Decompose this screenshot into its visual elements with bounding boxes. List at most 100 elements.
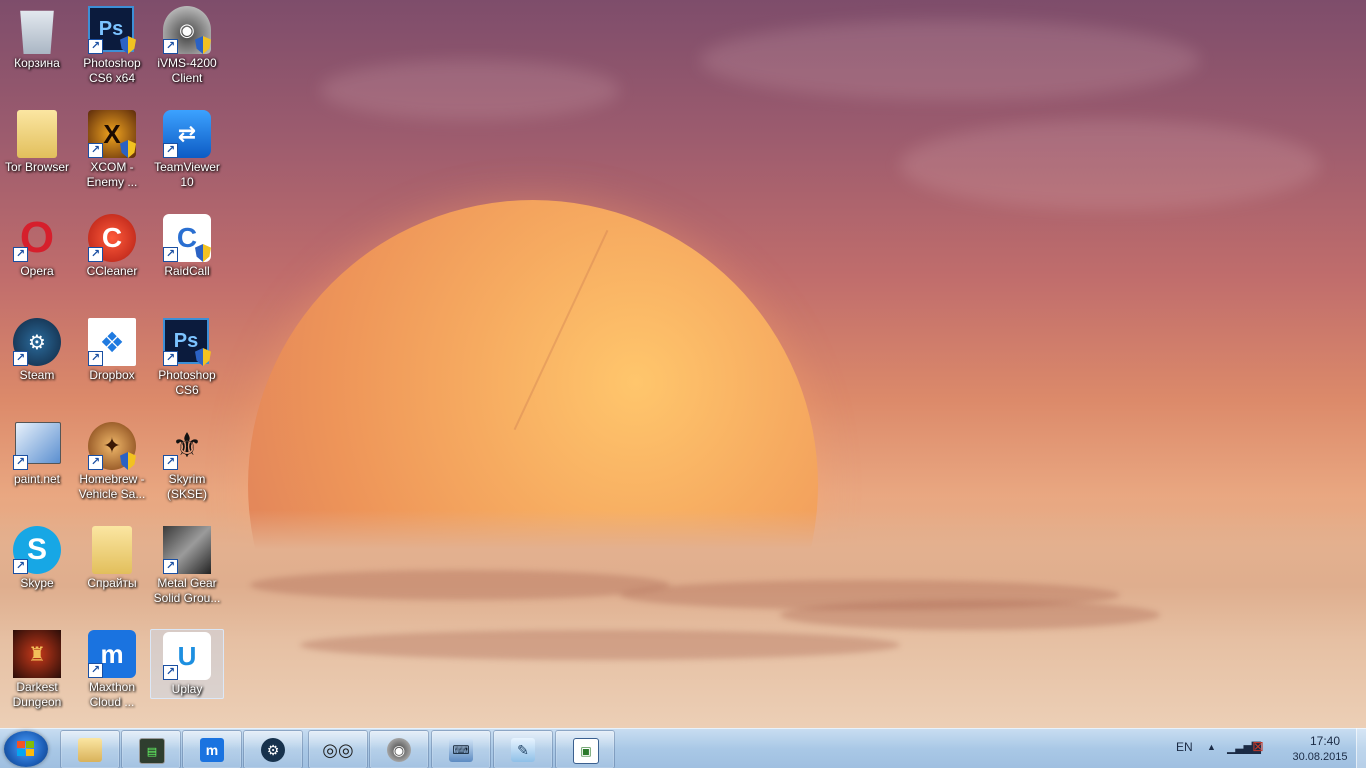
desktop-icon-label: Корзина <box>14 56 60 70</box>
folder-icon <box>13 110 61 158</box>
window-icon: ▣ <box>573 738 599 764</box>
shortcut-arrow-icon: ↗ <box>88 351 103 366</box>
taskbar-maxthon-button[interactable]: m <box>182 730 242 768</box>
desktop-icon-label: TeamViewer 10 <box>154 160 220 189</box>
monitor-icon: ▤ <box>139 738 165 764</box>
desktop-icon-label: Photoshop CS6 x64 <box>83 56 141 85</box>
show-desktop-button[interactable] <box>1356 728 1366 768</box>
shortcut-arrow-icon: ↗ <box>88 143 103 158</box>
shortcut-arrow-icon: ↗ <box>163 247 178 262</box>
taskbar-window-button[interactable]: ▣ <box>555 730 615 768</box>
desktop-icon-darkest-dungeon[interactable]: ♜ Darkest Dungeon <box>0 626 74 726</box>
taskbar-explorer-button[interactable] <box>60 730 120 768</box>
shortcut-arrow-icon: ↗ <box>163 351 178 366</box>
desktop-icon-skyrim[interactable]: ⚜ ↗ Skyrim (SKSE) <box>150 418 224 518</box>
desktop-wallpaper: Корзина Tor Browser O ↗ Opera ⚙ ↗ Steam … <box>0 0 1366 728</box>
desktop-icon-dropbox[interactable]: ❖ ↗ Dropbox <box>75 314 149 414</box>
shortcut-arrow-icon: ↗ <box>163 143 178 158</box>
desktop-icon-label: Uplay <box>171 682 203 696</box>
desktop-icon-teamviewer[interactable]: ⇄ ↗ TeamViewer 10 <box>150 106 224 206</box>
tray-overflow-chevron-icon[interactable]: ▲ <box>1207 742 1216 752</box>
shortcut-arrow-icon: ↗ <box>13 247 28 262</box>
clock-time[interactable]: 17:40 <box>1290 734 1360 748</box>
taskbar-computer-button[interactable]: ⌨ <box>431 730 491 768</box>
camera-icon: ◉ <box>387 738 411 762</box>
desktop-icon-label: Photoshop CS6 <box>158 368 216 397</box>
shortcut-arrow-icon: ↗ <box>163 559 178 574</box>
desktop-icon-label: paint.net <box>13 472 61 486</box>
desktop-icon-paintnet[interactable]: ↗ paint.net <box>0 418 74 518</box>
desktop-icon-label: Steam <box>19 368 55 382</box>
desktop-icon-xcom[interactable]: X ↗ XCOM - Enemy ... <box>75 106 149 206</box>
desktop-icon-opera[interactable]: O ↗ Opera <box>0 210 74 310</box>
desktop-icon-maxthon[interactable]: m ↗ Maxthon Cloud ... <box>75 626 149 726</box>
wallpaper-ridge <box>780 600 1160 630</box>
steam-icon: ⚙ ↗ <box>13 318 61 366</box>
desktop-icon-label: RaidCall <box>164 264 210 278</box>
dropbox-icon: ❖ ↗ <box>88 318 136 366</box>
desktop-icon-label: Metal Gear Solid Grou... <box>153 576 221 605</box>
notepad-icon: ✎ <box>511 738 535 762</box>
shortcut-arrow-icon: ↗ <box>88 663 103 678</box>
desktop-icon-raidcall[interactable]: C ↗ RaidCall <box>150 210 224 310</box>
keyboard-icon: ⌨ <box>449 738 473 762</box>
steam-icon: ⚙ <box>261 738 285 762</box>
photoshop-icon: Ps ↗ <box>88 6 136 54</box>
desktop-icon-label: Tor Browser <box>4 160 69 174</box>
desktop-icon-homebrew[interactable]: ✦ ↗ Homebrew - Vehicle Sa... <box>75 418 149 518</box>
desktop-icon-skype[interactable]: S ↗ Skype <box>0 522 74 622</box>
desktop-icon-tor-browser[interactable]: Tor Browser <box>0 106 74 206</box>
taskbar-binoculars-button[interactable]: ◎◎ <box>308 730 368 768</box>
desktop-icon-ivms[interactable]: ◉ ↗ iVMS-4200 Client <box>150 2 224 102</box>
shortcut-arrow-icon: ↗ <box>163 39 178 54</box>
paintnet-icon: ↗ <box>13 422 61 470</box>
desktop-icon-label: Спрайты <box>87 576 137 590</box>
desktop-icon-label: Skype <box>20 576 54 590</box>
desktop-icon-sprites[interactable]: Спрайты <box>75 522 149 622</box>
desktop-icon-label: CCleaner <box>86 264 138 278</box>
volume-muted-icon[interactable]: ⊠ <box>1252 738 1264 755</box>
teamviewer-icon: ⇄ ↗ <box>163 110 211 158</box>
folder-icon <box>88 526 136 574</box>
shortcut-arrow-icon: ↗ <box>163 455 178 470</box>
ccleaner-icon: C ↗ <box>88 214 136 262</box>
recycle-bin-icon <box>13 6 61 54</box>
opera-icon: O ↗ <box>13 213 61 262</box>
wallpaper-cloud <box>700 20 1200 100</box>
skyrim-icon: ⚜ ↗ <box>163 422 211 470</box>
shortcut-arrow-icon: ↗ <box>13 455 28 470</box>
language-indicator[interactable]: EN <box>1176 740 1193 754</box>
desktop-icon-label: iVMS-4200 Client <box>157 56 217 85</box>
taskbar-notepad-button[interactable]: ✎ <box>493 730 553 768</box>
wallpaper-ridge <box>250 570 670 600</box>
wallpaper-cloud <box>900 120 1320 210</box>
clock-date[interactable]: 30.08.2015 <box>1280 751 1360 763</box>
desktop-icon-label: Homebrew - Vehicle Sa... <box>78 472 146 501</box>
desktop-icon-photoshop-x64[interactable]: Ps ↗ Photoshop CS6 x64 <box>75 2 149 102</box>
desktop-icon-label: Skyrim (SKSE) <box>166 472 207 501</box>
taskbar-task-manager-button[interactable]: ▤ <box>121 730 181 768</box>
maxthon-icon: m <box>200 738 224 762</box>
shortcut-arrow-icon: ↗ <box>13 559 28 574</box>
raidcall-icon: C ↗ <box>163 214 211 262</box>
start-button[interactable] <box>4 731 48 767</box>
desktop-icon-recycle-bin[interactable]: Корзина <box>0 2 74 102</box>
taskbar-ivms-button[interactable]: ◉ <box>369 730 429 768</box>
desktop-icon-metal-gear[interactable]: ↗ Metal Gear Solid Grou... <box>150 522 224 622</box>
desktop-icon-uplay[interactable]: U ↗ Uplay <box>150 629 224 699</box>
shortcut-arrow-icon: ↗ <box>163 665 178 680</box>
desktop-icon-steam[interactable]: ⚙ ↗ Steam <box>0 314 74 414</box>
desktop-icon-photoshop[interactable]: Ps ↗ Photoshop CS6 <box>150 314 224 414</box>
metal-gear-icon: ↗ <box>163 526 211 574</box>
taskbar-steam-button[interactable]: ⚙ <box>243 730 303 768</box>
folder-icon <box>78 738 102 762</box>
skype-icon: S ↗ <box>13 526 61 574</box>
desktop-icon-ccleaner[interactable]: C ↗ CCleaner <box>75 210 149 310</box>
darkest-dungeon-icon: ♜ <box>13 630 61 678</box>
uplay-icon: U ↗ <box>163 632 211 680</box>
shortcut-arrow-icon: ↗ <box>88 455 103 470</box>
binoculars-icon: ◎◎ <box>322 739 354 760</box>
desktop-icon-label: Dropbox <box>89 368 135 382</box>
maxthon-icon: m ↗ <box>88 630 136 678</box>
shortcut-arrow-icon: ↗ <box>88 247 103 262</box>
